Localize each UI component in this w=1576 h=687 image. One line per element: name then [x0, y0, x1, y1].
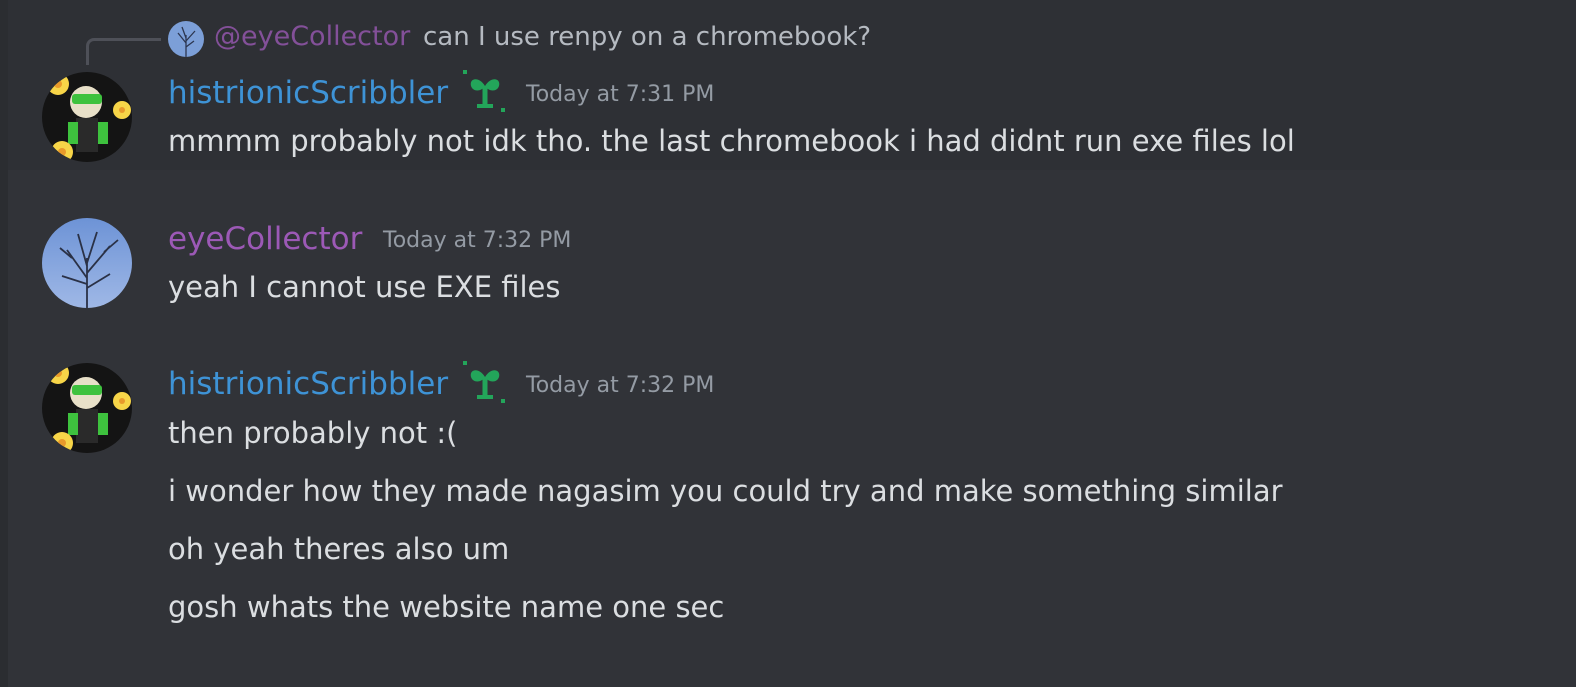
tree-sky-avatar-icon: [168, 21, 204, 57]
message-text: mmmm probably not idk tho. the last chro…: [168, 124, 1295, 158]
avatar[interactable]: [42, 72, 132, 162]
timestamp: Today at 7:32 PM: [526, 373, 715, 398]
timestamp: Today at 7:31 PM: [526, 82, 715, 107]
reply-connector: [86, 38, 161, 65]
username[interactable]: histrionicScribbler: [168, 78, 448, 109]
username[interactable]: eyeCollector: [168, 224, 362, 255]
reply-mention[interactable]: @eyeCollector: [214, 23, 410, 50]
message-text: then probably not :(: [168, 416, 458, 450]
message-text: oh yeah theres also um: [168, 532, 510, 566]
sprout-icon[interactable]: [461, 359, 509, 407]
timestamp: Today at 7:32 PM: [383, 228, 572, 253]
sprout-icon[interactable]: [461, 68, 509, 116]
message-text: gosh whats the website name one sec: [168, 590, 725, 624]
username[interactable]: histrionicScribbler: [168, 369, 448, 400]
avatar[interactable]: [42, 218, 132, 308]
character-avatar-icon: [42, 363, 132, 453]
left-edge: [0, 0, 8, 687]
tree-sky-avatar-icon: [42, 218, 132, 308]
reply-preview-text[interactable]: can I use renpy on a chromebook?: [423, 24, 871, 50]
message-text: i wonder how they made nagasim you could…: [168, 474, 1283, 508]
reply-avatar[interactable]: [168, 21, 204, 57]
message-text: yeah I cannot use EXE files: [168, 270, 561, 304]
avatar[interactable]: [42, 363, 132, 453]
character-avatar-icon: [42, 72, 132, 162]
